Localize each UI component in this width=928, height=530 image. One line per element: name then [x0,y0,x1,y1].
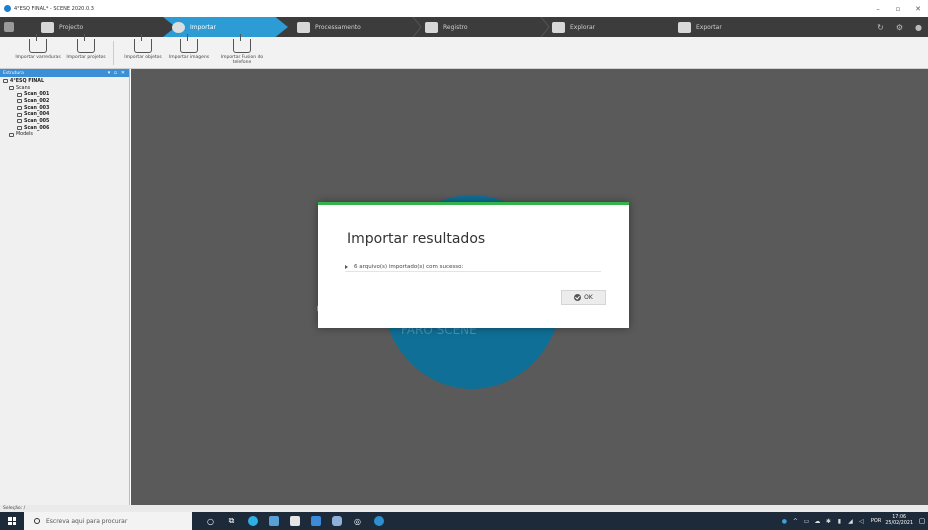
import-projects-icon [77,34,95,53]
window-controls: – ▫ ✕ [868,0,928,17]
tree-item-project[interactable]: 4°ESQ FINAL [3,78,126,85]
tab-projecto[interactable]: Projecto [41,17,83,37]
ok-button[interactable]: OK [561,290,606,305]
folder-icon [41,21,54,33]
save-icon [4,22,14,32]
folder-icon [9,86,14,91]
battery-icon[interactable]: ▮ [835,518,844,525]
chevron-up-icon[interactable]: ^ [791,518,800,525]
import-scans-icon [29,34,47,53]
task-view-icon[interactable]: ⧉ [221,512,242,530]
window-title: 4°ESQ FINAL* - SCENE 2020.0.3 [14,5,94,12]
scan-icon [17,92,22,97]
tree-item-scan[interactable]: Scan_006 [3,125,126,132]
scan-icon [17,119,22,124]
save-button[interactable] [4,17,19,37]
scan-icon [17,99,22,104]
import-projects-button[interactable]: Importar projetos [60,34,112,60]
minimize-icon[interactable]: – [868,5,888,13]
close-icon[interactable]: ✕ [908,5,928,13]
scan-icon [17,106,22,111]
gear-icon[interactable]: ⚙ [890,23,909,32]
clock[interactable]: 17:06 25/02/2021 [885,515,913,527]
app-tray-icon[interactable]: ● [780,518,789,525]
import-icon [172,21,185,33]
taskbar-apps: ○ ⧉ ◎ [200,512,389,530]
tree-item-models[interactable]: Models [3,132,126,139]
windows-taskbar: Escreva aqui para procurar ○ ⧉ ◎ ● ^ ▭ ☁… [0,512,928,530]
import-results-dialog: Importar resultados 6 arquivo(s) importa… [318,202,629,328]
store-icon[interactable] [284,512,305,530]
import-objects-button[interactable]: Importar objetos [117,34,169,60]
volume-icon[interactable]: ◁ [857,518,866,525]
chrome-icon[interactable]: ◎ [347,512,368,530]
project-tree: 4°ESQ FINAL Scans Scan_001 Scan_002 Scan… [0,77,129,139]
network-icon[interactable]: ▭ [802,518,811,525]
import-ribbon: Importar varreduras Importar projetos Im… [0,34,928,69]
mouse-cursor-icon: ⇱ [317,305,323,313]
export-icon [678,21,691,33]
language-indicator[interactable]: POR [871,518,881,524]
tree-item-scan[interactable]: Scan_005 [3,118,126,125]
tab-importar[interactable]: Importar [172,17,216,37]
import-fusion-button[interactable]: Importar Fusion do telefone [216,34,268,65]
taskbar-search[interactable]: Escreva aqui para procurar [24,512,192,530]
tab-explorar[interactable]: Explorar [552,17,595,37]
top-right-toolbar: ↻ ⚙ ● [871,17,928,37]
tab-processamento[interactable]: Processamento [297,17,361,37]
check-circle-icon [574,294,582,301]
cortana-icon[interactable]: ○ [200,512,221,530]
tab-separator-chevron [540,16,550,38]
app-icon [4,5,11,12]
import-images-icon [180,34,198,53]
edge-icon[interactable] [242,512,263,530]
structure-panel-header: Estrutura ▾ ▫ ✕ [0,69,129,77]
notification-icon[interactable]: ▢ [916,517,928,525]
panel-controls[interactable]: ▾ ▫ ✕ [108,70,126,76]
scene-app-icon[interactable] [368,512,389,530]
scan-icon [17,112,22,117]
mail-icon[interactable] [305,512,326,530]
cloud-upload-icon [233,34,251,53]
windows-icon [8,517,16,525]
start-button[interactable] [0,512,24,530]
tab-registro[interactable]: Registro [425,17,468,37]
process-icon [297,21,310,33]
dialog-title: Importar resultados [347,231,486,247]
info-icon[interactable]: ● [909,23,928,32]
main-tab-bar: Projecto Importar Processamento Registro… [0,16,928,38]
onedrive-icon[interactable]: ☁ [813,518,822,525]
scan-icon [17,126,22,131]
explore-icon [552,21,565,33]
security-icon[interactable] [326,512,347,530]
register-icon [425,21,438,33]
status-bar: Seleção: / [0,505,928,512]
refresh-icon[interactable]: ↻ [871,23,890,32]
photos-icon[interactable] [263,512,284,530]
ribbon-separator [113,41,114,65]
import-scans-button[interactable]: Importar varreduras [12,34,64,60]
bluetooth-icon[interactable]: ✱ [824,518,833,525]
clock-date: 25/02/2021 [885,521,913,526]
system-tray: ● ^ ▭ ☁ ✱ ▮ ◢ ◁ POR 17:06 25/02/2021 ▢ [779,512,928,530]
tree-item-scan[interactable]: Scan_004 [3,111,126,118]
import-images-button[interactable]: Importar imagens [163,34,215,60]
tree-item-scan[interactable]: Scan_001 [3,91,126,98]
wifi-icon[interactable]: ◢ [846,518,855,525]
import-objects-icon [134,34,152,53]
tree-item-scan[interactable]: Scan_003 [3,105,126,112]
project-icon [3,79,8,84]
tab-separator-chevron [412,16,422,38]
tree-item-scan[interactable]: Scan_002 [3,98,126,105]
tree-item-scans[interactable]: Scans [3,85,126,92]
models-icon [9,132,14,137]
tab-exportar[interactable]: Exportar [678,17,722,37]
import-result-row[interactable]: 6 arquivo(s) importado(s) com sucesso: [345,263,601,272]
title-bar: 4°ESQ FINAL* - SCENE 2020.0.3 – ▫ ✕ [0,0,928,17]
maximize-icon[interactable]: ▫ [888,5,908,13]
structure-panel: Estrutura ▾ ▫ ✕ 4°ESQ FINAL Scans Scan_0… [0,69,130,505]
expand-triangle-icon[interactable] [345,265,348,269]
search-icon [34,518,40,524]
